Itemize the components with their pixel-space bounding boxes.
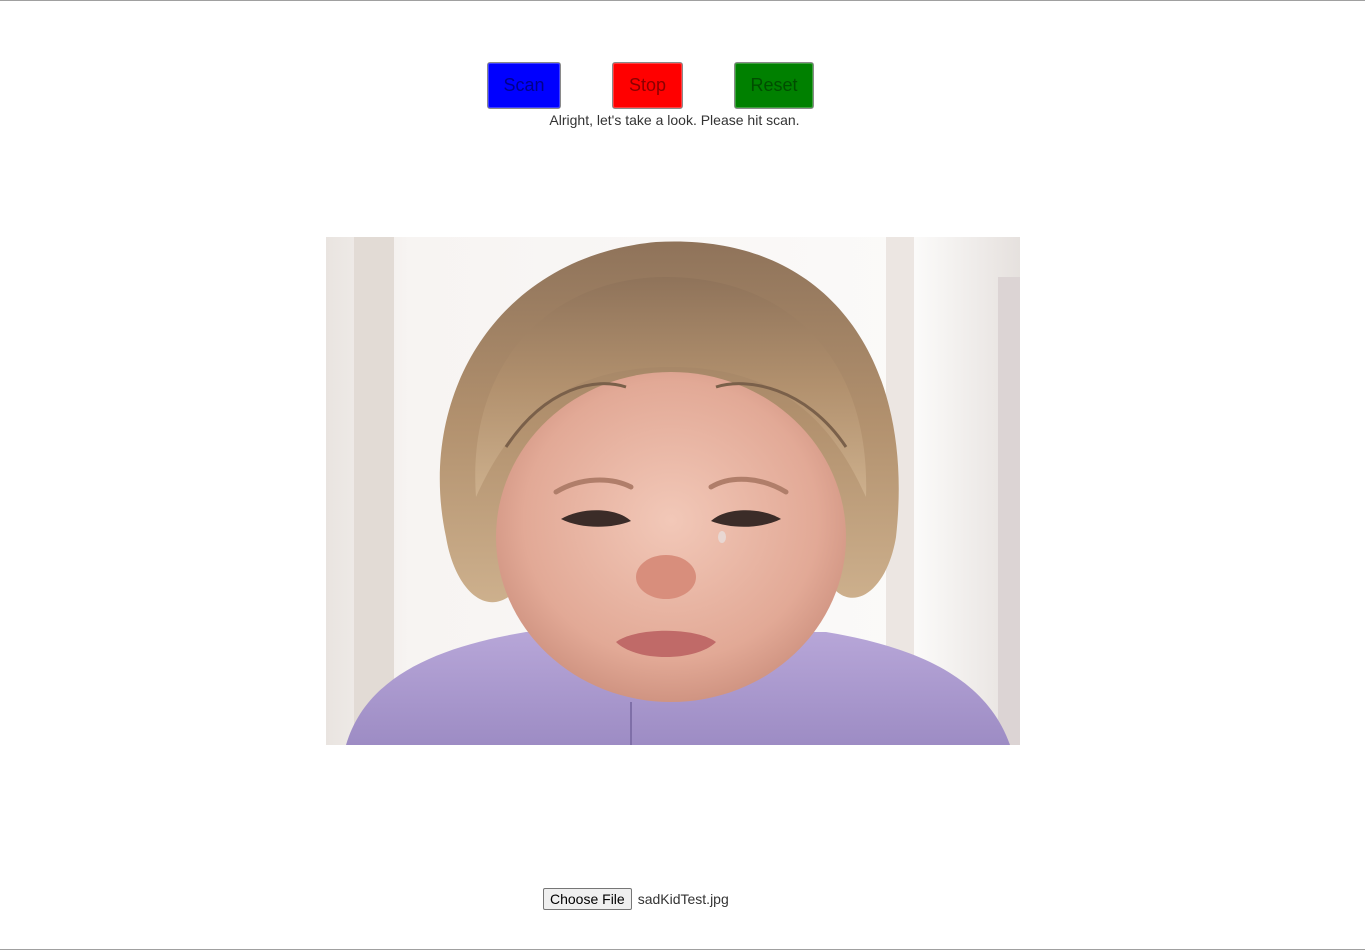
choose-file-button[interactable]: Choose File bbox=[543, 888, 632, 910]
stop-button[interactable]: Stop bbox=[612, 62, 683, 109]
status-message: Alright, let's take a look. Please hit s… bbox=[549, 112, 800, 128]
uploaded-photo bbox=[326, 237, 1020, 745]
photo-illustration bbox=[326, 237, 1020, 745]
app-page: Scan Stop Reset Alright, let's take a lo… bbox=[0, 0, 1365, 950]
selected-file-name: sadKidTest.jpg bbox=[637, 891, 729, 907]
scan-button[interactable]: Scan bbox=[487, 62, 561, 109]
reset-button[interactable]: Reset bbox=[734, 62, 814, 109]
status-message-row: Alright, let's take a look. Please hit s… bbox=[0, 112, 1365, 128]
file-input: Choose File sadKidTest.jpg bbox=[543, 887, 729, 911]
